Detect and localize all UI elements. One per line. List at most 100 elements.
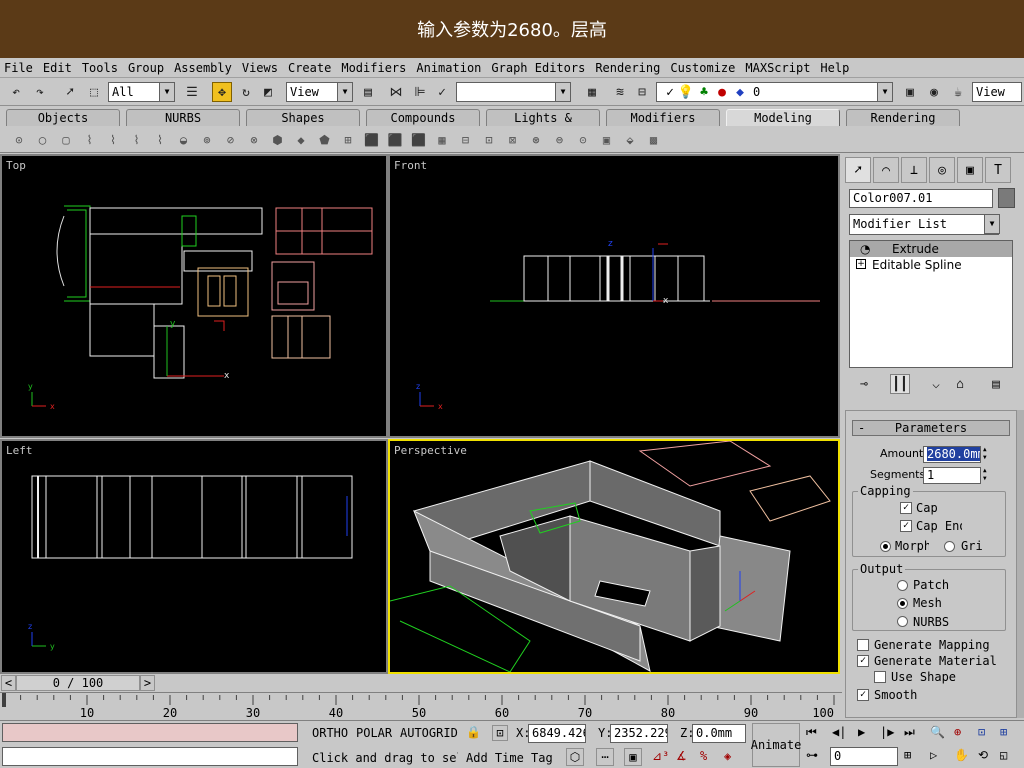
field-of-view-icon[interactable]: ▷	[930, 748, 937, 762]
zoom-all-icon[interactable]: ⊕	[954, 725, 961, 739]
tab-lights-cameras[interactable]: Lights & Cameras	[486, 109, 600, 141]
modifier-stack[interactable]: ◔ Extrude + Editable Spline	[849, 240, 1013, 368]
configure-sets-icon[interactable]: ▤	[986, 374, 1006, 394]
selection-filter-dropdown[interactable]: All ▼	[108, 82, 175, 102]
menu-animation[interactable]: Animation	[416, 61, 481, 75]
patch-radio[interactable]	[897, 580, 908, 591]
z-coord-field[interactable]: 0.0mm	[692, 724, 746, 743]
percent-snap-icon[interactable]: %	[700, 749, 707, 763]
lathe-icon[interactable]: ⊜	[551, 131, 569, 149]
tab-objects[interactable]: Objects	[6, 109, 120, 126]
autogrid-toggle[interactable]: AUTOGRID	[400, 726, 458, 740]
viewport-front[interactable]: z x z x Front	[388, 154, 840, 438]
plane-icon[interactable]: ▦	[433, 131, 451, 149]
modify-tab-icon[interactable]: ⌒	[873, 157, 899, 183]
rectangle-icon[interactable]: ▢	[57, 131, 75, 149]
pan-icon[interactable]: ✋	[954, 748, 969, 762]
key-mode-icon[interactable]: ⊶	[806, 748, 818, 762]
motion-tab-icon[interactable]: ◎	[929, 157, 955, 183]
degradation-icon[interactable]: ▣	[624, 748, 642, 766]
select-region-icon[interactable]: ⬚	[84, 82, 104, 102]
next-frame-icon[interactable]: >	[140, 675, 155, 691]
box-icon[interactable]: ⬛	[363, 131, 381, 149]
sphere-icon[interactable]: ⊚	[198, 131, 216, 149]
edit-mesh-icon[interactable]: ⊟	[457, 131, 475, 149]
tube-icon[interactable]: ⬛	[410, 131, 428, 149]
tile-icon[interactable]: ▩	[645, 131, 663, 149]
play-icon[interactable]: ▶	[858, 725, 865, 739]
tab-nurbs[interactable]: NURBS	[126, 109, 240, 126]
tab-modifiers[interactable]: Modifiers	[606, 109, 720, 126]
expand-icon[interactable]: +	[856, 259, 866, 269]
spinner-snap-icon[interactable]: ◈	[724, 749, 731, 763]
time-cursor[interactable]	[2, 693, 6, 707]
next-key-icon[interactable]: |▶	[880, 725, 894, 739]
add-time-tag-button[interactable]: Add Time Tag	[466, 751, 553, 765]
menu-rendering[interactable]: Rendering	[595, 61, 660, 75]
ortho-toggle[interactable]: ORTHO	[312, 726, 348, 740]
curve-icon[interactable]: ⌇	[128, 131, 146, 149]
schematic-icon[interactable]: ⊟	[632, 82, 652, 102]
scale-icon[interactable]: ◩	[258, 82, 278, 102]
morph-radio[interactable]	[880, 541, 891, 552]
snap-toggle-icon[interactable]: ⊿³	[652, 749, 669, 763]
cone-icon[interactable]: ⊘	[222, 131, 240, 149]
menu-group[interactable]: Group	[128, 61, 164, 75]
maximize-viewport-icon[interactable]: ◱	[1000, 748, 1007, 762]
lightbulb-icon[interactable]: 💡	[676, 82, 696, 102]
stack-item-editable-spline[interactable]: + Editable Spline	[850, 257, 1012, 273]
viewport-left[interactable]: z y Left	[0, 439, 388, 674]
object-color-swatch[interactable]	[998, 188, 1015, 208]
hedra-icon[interactable]: ⬢	[269, 131, 287, 149]
modifier-list-dropdown[interactable]: Modifier List ▼	[849, 214, 1000, 235]
shape-icon[interactable]: ⬟	[316, 131, 334, 149]
cap-end-checkbox[interactable]: ✓	[900, 520, 912, 532]
rollout-header[interactable]: - Parameters	[852, 420, 1010, 436]
named-selection-dropdown[interactable]: ▼	[456, 82, 571, 102]
menu-customize[interactable]: Customize	[670, 61, 735, 75]
animate-button[interactable]: Animate	[751, 723, 801, 767]
y-coord-field[interactable]: 2352.229	[610, 724, 668, 743]
angle-snap-icon[interactable]: ∡	[676, 749, 687, 763]
tab-modeling[interactable]: Modeling	[726, 109, 840, 126]
menu-modifiers[interactable]: Modifiers	[341, 61, 406, 75]
tab-compounds[interactable]: Compounds	[366, 109, 480, 126]
select-by-name-icon[interactable]: ☰	[182, 82, 202, 102]
rotate-icon[interactable]: ↻	[236, 82, 256, 102]
zoom-icon[interactable]: 🔍	[930, 725, 945, 739]
gen-material-checkbox[interactable]: ✓	[857, 655, 869, 667]
amount-spinner[interactable]: ▲ ▼	[983, 446, 992, 463]
use-shape-checkbox[interactable]	[874, 671, 886, 683]
panel-scrollbar[interactable]	[1017, 410, 1024, 718]
time-slider[interactable]: 0 / 100	[16, 675, 140, 691]
window-crossing-icon[interactable]: ⋯	[596, 748, 614, 766]
ellipse-icon[interactable]: ◯	[34, 131, 52, 149]
material-icon[interactable]: ⬙	[621, 131, 639, 149]
undo-icon[interactable]: ↶	[6, 82, 26, 102]
object-name-field[interactable]: Color007.01	[849, 189, 993, 208]
gem-icon[interactable]: ◆	[292, 131, 310, 149]
viewport-top[interactable]: x y y x Top	[0, 154, 388, 438]
cylinder-icon[interactable]: ⬛	[386, 131, 404, 149]
display-tab-icon[interactable]: ▣	[957, 157, 983, 183]
zoom-extents-icon[interactable]: ⊡	[978, 725, 985, 739]
mesh-radio[interactable]	[897, 598, 908, 609]
line-icon[interactable]: ⌇	[81, 131, 99, 149]
mirror-icon[interactable]: ⋈	[386, 82, 406, 102]
spline-icon[interactable]: ⌇	[104, 131, 122, 149]
go-to-start-icon[interactable]: ⏮	[806, 725, 817, 740]
menu-assembly[interactable]: Assembly	[174, 61, 232, 75]
menu-edit[interactable]: Edit	[43, 61, 72, 75]
align-icon[interactable]: ⊫	[410, 82, 430, 102]
tab-shapes[interactable]: Shapes	[246, 109, 360, 126]
extrude-icon[interactable]: ⊛	[527, 131, 545, 149]
stack-item-extrude[interactable]: ◔ Extrude	[850, 241, 1012, 257]
bend-icon[interactable]: ⌇	[151, 131, 169, 149]
lock-icon[interactable]: 🔒	[466, 725, 481, 739]
selection-lock-icon[interactable]: ⬡	[566, 748, 584, 766]
curve-editor-icon[interactable]: ≋	[610, 82, 630, 102]
grid-radio[interactable]	[944, 541, 955, 552]
time-config-icon[interactable]: ⊞	[904, 748, 911, 762]
edit-poly-icon[interactable]: ⊡	[480, 131, 498, 149]
lightbulb-icon[interactable]: ◔	[860, 241, 870, 257]
